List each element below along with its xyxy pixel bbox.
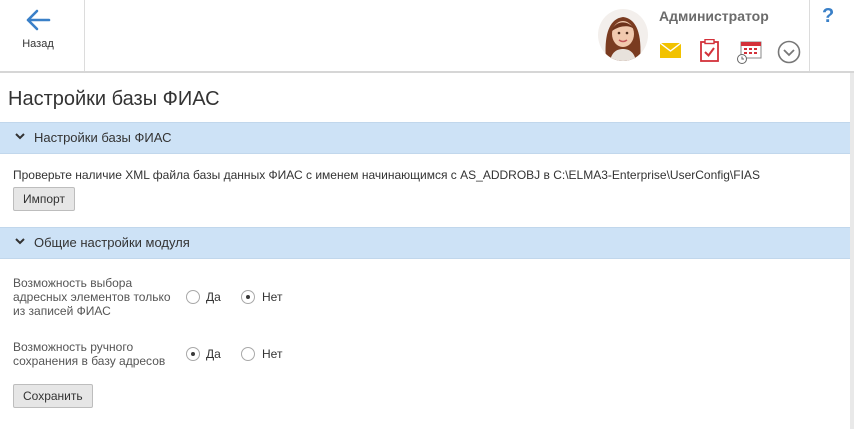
calendar-icon[interactable] [737,40,763,69]
radio-label-yes: Да [206,290,221,304]
chevron-down-icon [15,133,25,140]
option-label-fias-only: Возможность выбора адресных элементов то… [13,276,171,318]
radio-fias-only-no[interactable] [241,290,255,304]
radio-label-yes: Да [206,347,221,361]
section-header-general[interactable]: Общие настройки модуля [0,227,850,259]
mail-icon[interactable] [659,42,682,63]
section-header-fias[interactable]: Настройки базы ФИАС [0,122,850,154]
back-button[interactable]: Назад [0,0,85,71]
user-name[interactable]: Администратор [659,8,769,24]
radio-manual-save-yes[interactable] [186,347,200,361]
radio-label-no: Нет [262,347,283,361]
tasks-checklist-icon[interactable] [700,38,719,67]
page-title: Настройки базы ФИАС [8,88,220,110]
main-content: Настройки базы ФИАС Настройки базы ФИАС … [0,73,850,429]
save-button[interactable]: Сохранить [13,384,93,408]
radio-fias-only-yes[interactable] [186,290,200,304]
avatar[interactable] [598,9,648,61]
radio-manual-save-no[interactable] [241,347,255,361]
back-label: Назад [22,38,54,50]
dropdown-circle-icon[interactable] [777,40,801,69]
import-button[interactable]: Импорт [13,187,75,211]
radio-label-no: Нет [262,290,283,304]
section-title: Общие настройки модуля [34,235,190,250]
help-button[interactable]: ? [822,5,834,28]
top-toolbar: Назад Администратор ? [0,0,854,73]
section-title: Настройки базы ФИАС [34,130,172,145]
chevron-down-icon [15,238,25,245]
back-arrow-icon [26,9,51,31]
fias-info-text: Проверьте наличие XML файла базы данных … [13,168,760,182]
option-label-manual-save: Возможность ручного сохранения в базу ад… [13,340,166,368]
toolbar-divider [809,0,810,71]
